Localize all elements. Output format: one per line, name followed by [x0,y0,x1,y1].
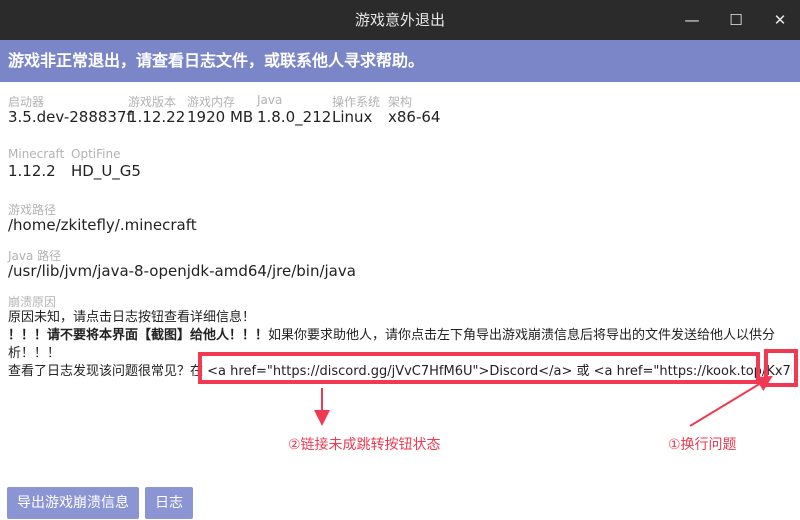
export-crash-info-button[interactable]: 导出游戏崩溃信息 [7,487,139,519]
annotation-wrap-note: ①换行问题 [668,437,737,453]
annotation-link-note: ②链接未成跳转按钮状态 [288,437,441,453]
arrow-to-wrap [689,375,773,427]
logs-button[interactable]: 日志 [145,487,193,519]
